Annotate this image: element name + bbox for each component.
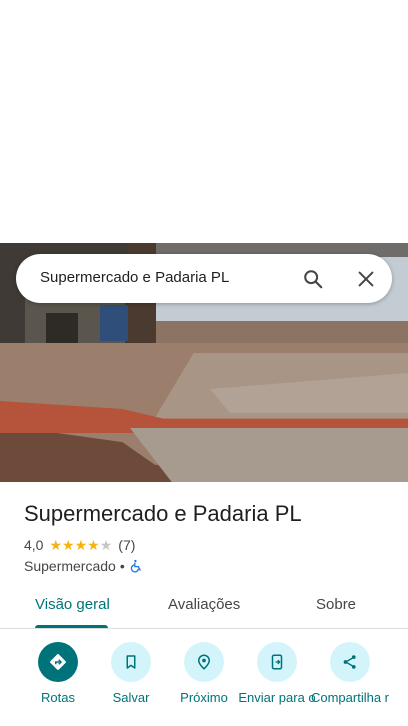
tab-sobre[interactable]: Sobre [316, 596, 356, 613]
search-icon[interactable] [302, 268, 324, 290]
map-blank-area [0, 0, 408, 243]
directions-button[interactable]: Rotas [18, 642, 98, 706]
tab-avaliacoes[interactable]: Avaliações [168, 596, 240, 613]
share-label: Compartilha r [310, 690, 390, 705]
star-icon: ★ [62, 537, 75, 553]
category-row: Supermercado • [24, 557, 143, 575]
star-icon: ★ [74, 537, 88, 553]
search-bar[interactable]: Supermercado e Padaria PL [16, 254, 392, 303]
send-to-phone-icon [257, 642, 297, 682]
close-icon[interactable] [355, 268, 377, 290]
place-title: Supermercado e Padaria PL [24, 501, 302, 526]
tab-visao-geral[interactable]: Visão geral [35, 596, 110, 613]
save-label: Salvar [112, 690, 150, 705]
rating-row[interactable]: 4,0 ★ ★ ★ ★ ★ (7) [24, 536, 135, 554]
review-count: (7) [118, 537, 136, 553]
share-icon [330, 642, 370, 682]
nearby-icon [184, 642, 224, 682]
separator: • [119, 558, 125, 574]
active-tab-indicator [35, 625, 108, 628]
nearby-label: Próximo [180, 690, 228, 705]
directions-icon [38, 642, 78, 682]
place-category: Supermercado [24, 558, 116, 574]
star-icon: ★ [49, 537, 63, 553]
bookmark-icon [111, 642, 151, 682]
action-bar: Rotas Salvar Próximo Enviar para o Compa… [0, 640, 408, 726]
save-button[interactable]: Salvar [91, 642, 171, 706]
nearby-button[interactable]: Próximo [164, 642, 244, 706]
send-to-phone-button[interactable]: Enviar para o [237, 642, 317, 706]
send-to-phone-label: Enviar para o [238, 690, 316, 705]
wheelchair-icon [129, 559, 143, 573]
share-button[interactable]: Compartilha r [310, 642, 390, 706]
star-icon: ★ [87, 537, 100, 553]
search-input[interactable]: Supermercado e Padaria PL [40, 269, 229, 286]
rating-value: 4,0 [24, 537, 44, 553]
star-icon: ★ [99, 537, 113, 553]
tab-bar: Visão geral Avaliações Sobre [0, 582, 408, 629]
star-rating: ★ ★ ★ ★ ★ [49, 538, 112, 552]
directions-label: Rotas [41, 690, 75, 705]
